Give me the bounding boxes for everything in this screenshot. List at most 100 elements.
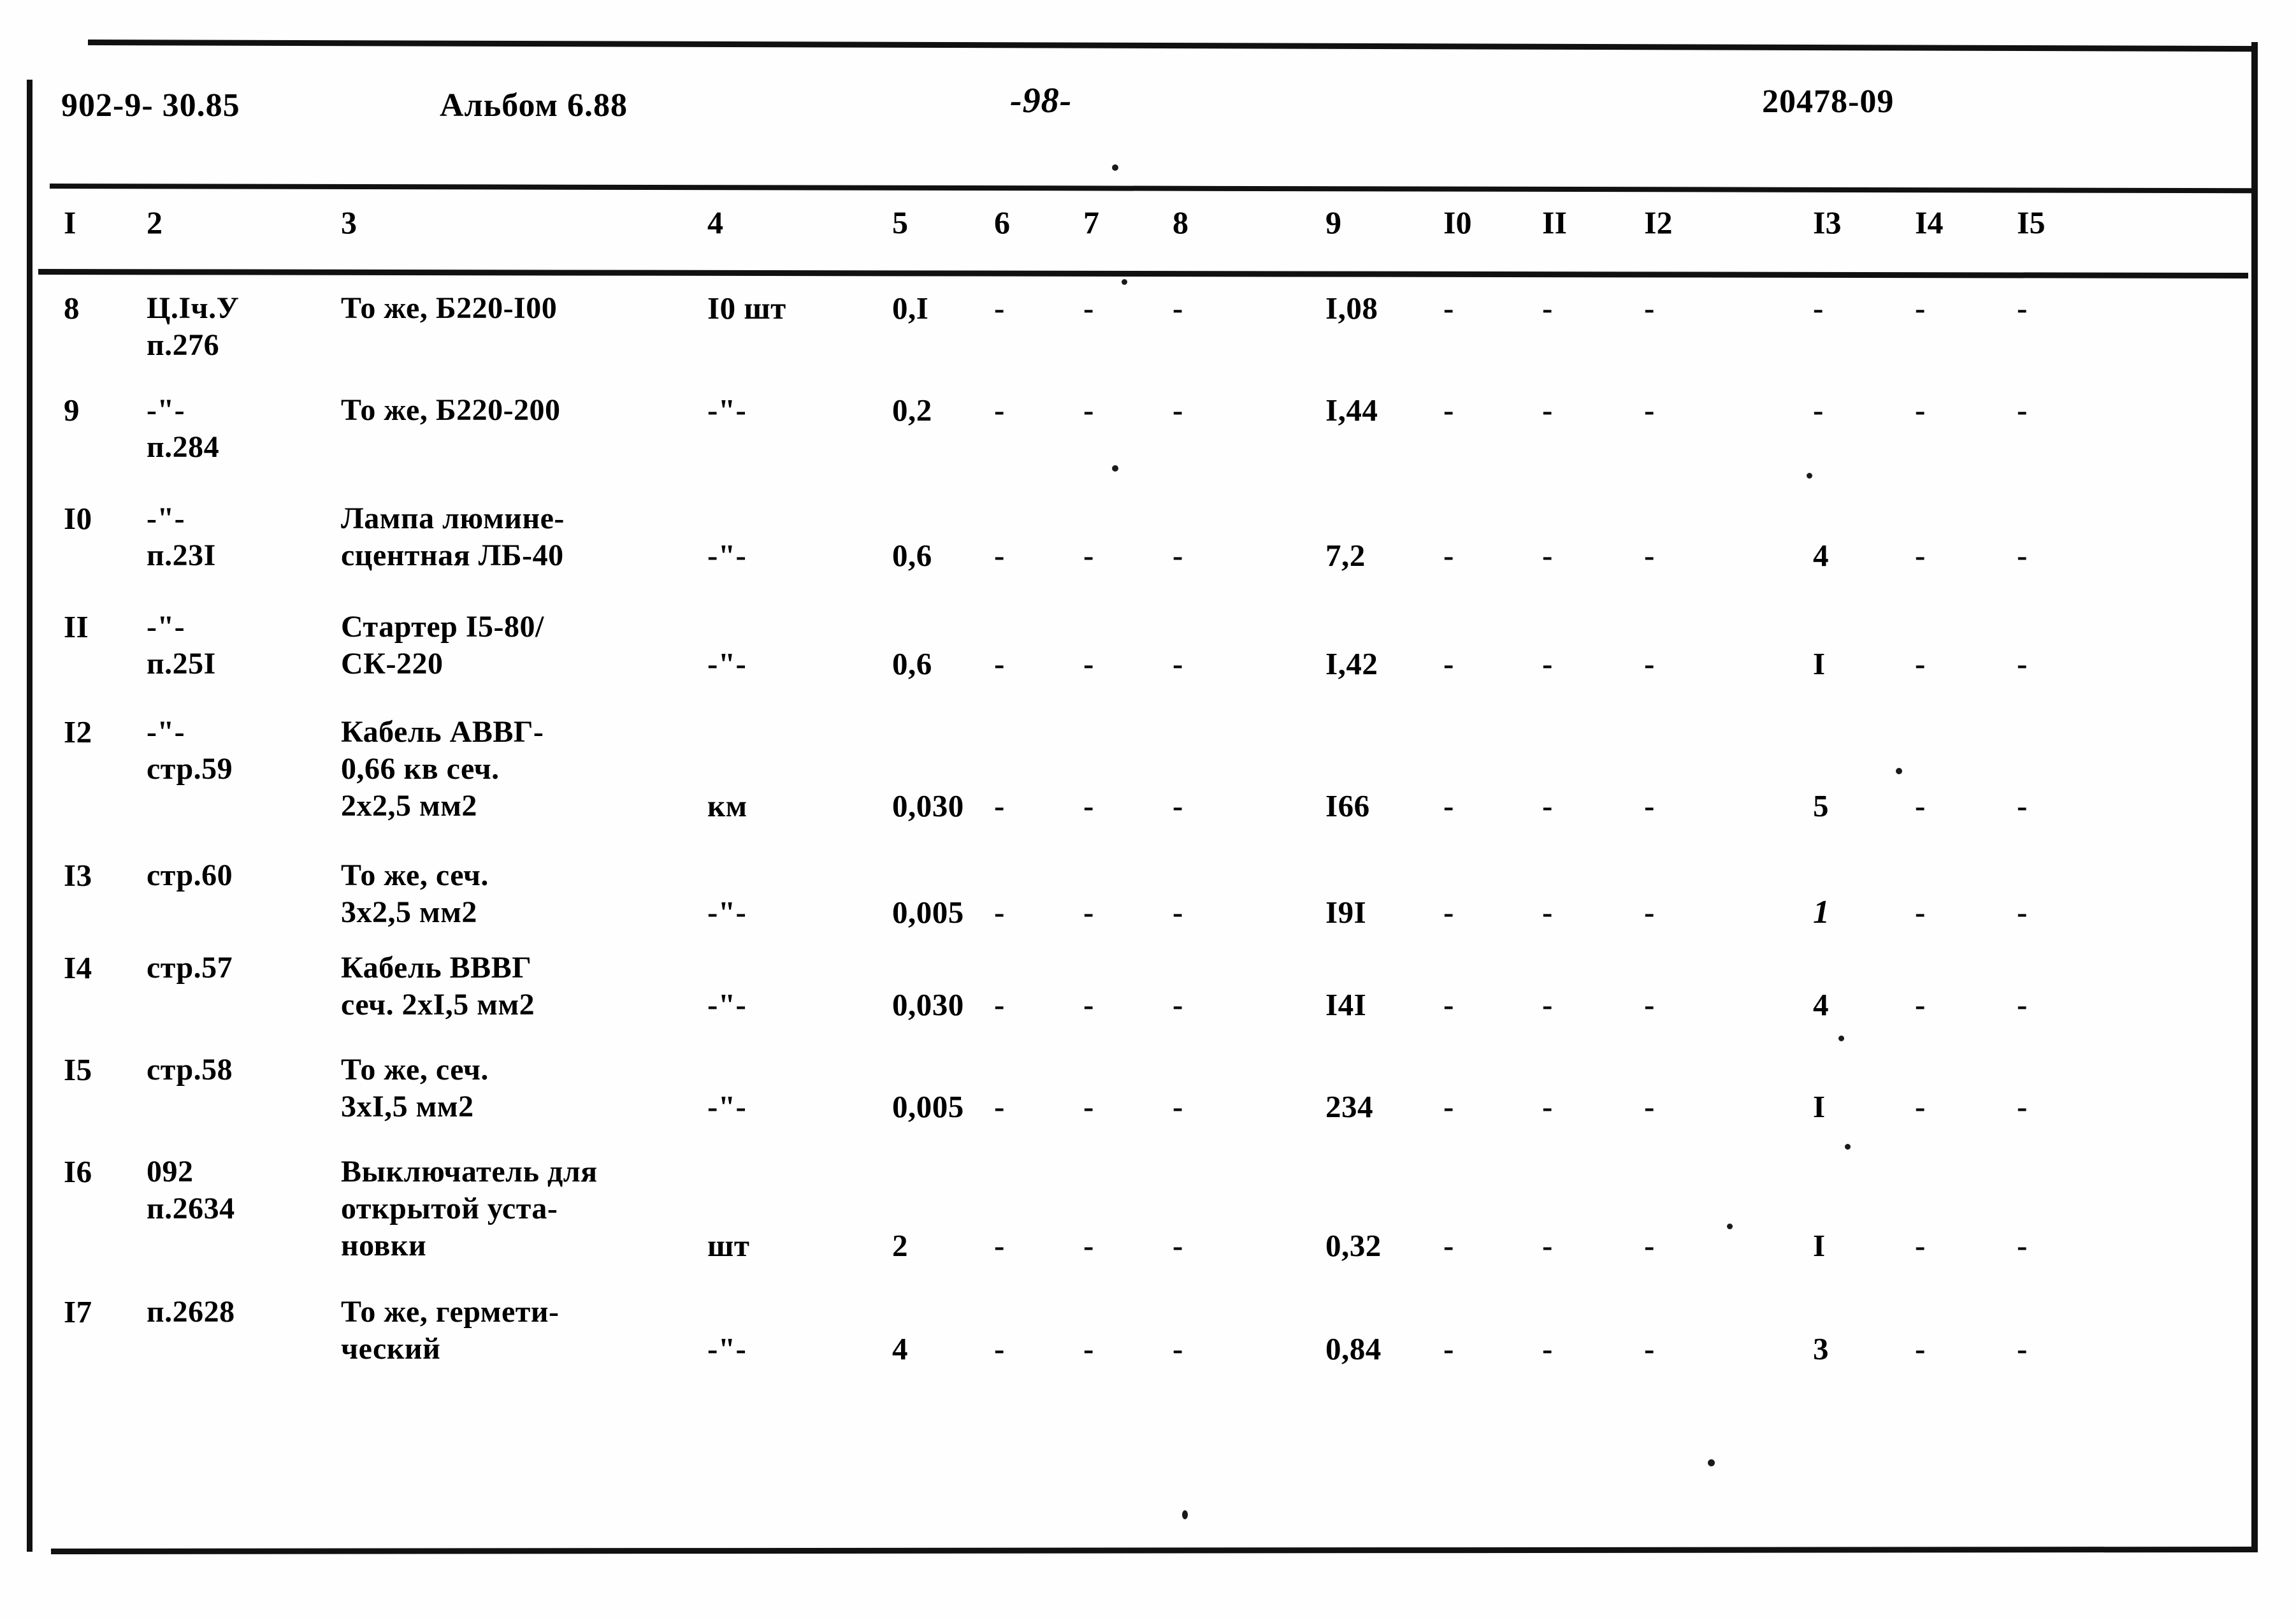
column-number-15: I5	[2017, 205, 2046, 240]
row-value-col5: 2	[892, 1228, 908, 1263]
row-reference-line-2: стр.59	[147, 752, 233, 786]
row-value-col14: -	[1915, 393, 1926, 428]
row-reference-line-1: Ц.Iч.У	[147, 291, 240, 325]
row-value-col6: -	[994, 987, 1005, 1022]
row-value-col5: 0,I	[892, 291, 929, 326]
document-code: 902-9- 30.85	[61, 87, 240, 124]
row-position-number: I2	[64, 714, 92, 749]
row-unit: -"-	[707, 1331, 747, 1366]
row-position-number: I5	[64, 1052, 92, 1087]
row-value-col14: -	[1915, 1089, 1926, 1124]
row-value-col5: 0,6	[892, 538, 932, 573]
album-label: Альбом 6.88	[440, 87, 628, 124]
scan-speck	[1845, 1144, 1851, 1150]
row-value-col15: -	[2017, 1331, 2028, 1366]
scan-speck	[1112, 164, 1118, 171]
row-value-col9: 0,32	[1325, 1228, 1382, 1263]
row-value-col12: -	[1644, 393, 1655, 428]
row-position-number: 9	[64, 393, 80, 428]
row-reference-line-2: п.23I	[147, 538, 216, 572]
row-description-line-1: Выключатель для	[341, 1155, 598, 1188]
row-description-line-1: Лампа люмине-	[341, 502, 565, 535]
row-value-col5: 0,030	[892, 987, 964, 1022]
row-value-col11: -	[1542, 788, 1553, 823]
row-value-col13: 5	[1813, 788, 1829, 823]
row-value-col9: I4I	[1325, 987, 1367, 1022]
row-value-col13: 1	[1813, 894, 1830, 930]
row-unit: -"-	[707, 1089, 747, 1124]
row-value-col10: -	[1443, 393, 1454, 428]
row-value-col8: -	[1173, 646, 1183, 681]
row-description-line-1: То же, Б220-I00	[341, 291, 558, 325]
row-value-col15: -	[2017, 788, 2028, 823]
row-value-col5: 0,005	[892, 895, 964, 930]
row-value-col15: -	[2017, 538, 2028, 573]
row-reference-line-1: стр.60	[147, 858, 233, 892]
document-header: 902-9- 30.85 Альбом 6.88 -98- 20478-09	[0, 81, 2296, 159]
column-number-12: I2	[1644, 205, 1673, 240]
rule-under-header	[49, 184, 2254, 194]
row-value-col9: I66	[1325, 788, 1370, 823]
row-description-line-2: сеч. 2хI,5 мм2	[341, 988, 535, 1022]
row-value-col11: -	[1542, 1089, 1553, 1124]
row-value-col7: -	[1083, 646, 1094, 681]
row-value-col6: -	[994, 1331, 1005, 1366]
row-description-line-2: 3хI,5 мм2	[341, 1090, 474, 1123]
row-value-col13: 4	[1813, 987, 1829, 1022]
page-border-right	[2251, 42, 2258, 1552]
row-position-number: I7	[64, 1294, 92, 1329]
row-value-col11: -	[1542, 393, 1553, 428]
row-value-col7: -	[1083, 538, 1094, 573]
row-unit: км	[707, 788, 747, 823]
row-value-col14: -	[1915, 788, 1926, 823]
scan-speck	[1182, 1510, 1188, 1519]
row-value-col9: I,42	[1325, 646, 1378, 681]
row-description-line-1: Кабель АВВГ-	[341, 715, 544, 749]
row-value-col6: -	[994, 538, 1005, 573]
row-value-col11: -	[1542, 987, 1553, 1022]
row-value-col11: -	[1542, 1228, 1553, 1263]
row-value-col10: -	[1443, 1331, 1454, 1366]
row-reference-line-1: -"-	[147, 610, 185, 644]
page-border-top	[87, 40, 2256, 52]
row-description-line-2: СК-220	[341, 647, 444, 681]
row-value-col10: -	[1443, 646, 1454, 681]
row-description-line-2: 3х2,5 мм2	[341, 895, 477, 929]
row-reference-line-1: -"-	[147, 393, 185, 427]
row-value-col13: 3	[1813, 1331, 1829, 1366]
row-value-col14: -	[1915, 895, 1926, 930]
column-number-5: 5	[892, 205, 908, 240]
row-value-col14: -	[1915, 646, 1926, 681]
row-unit: -"-	[707, 393, 747, 428]
row-position-number: I3	[64, 858, 92, 893]
column-number-10: I0	[1443, 205, 1472, 240]
row-value-col7: -	[1083, 1089, 1094, 1124]
column-number-7: 7	[1083, 205, 1099, 240]
row-value-col12: -	[1644, 538, 1655, 573]
column-number-14: I4	[1915, 205, 1944, 240]
row-value-col13: I	[1813, 1089, 1826, 1124]
column-number-2: 2	[147, 205, 162, 240]
row-value-col5: 0,2	[892, 393, 932, 428]
row-reference-line-1: п.2628	[147, 1295, 235, 1329]
column-number-6: 6	[994, 205, 1010, 240]
row-value-col8: -	[1173, 538, 1183, 573]
row-value-col6: -	[994, 646, 1005, 681]
row-reference-line-1: -"-	[147, 502, 185, 535]
row-unit: I0 шт	[707, 291, 786, 326]
scan-speck	[1727, 1224, 1733, 1229]
row-value-col10: -	[1443, 538, 1454, 573]
row-value-col12: -	[1644, 1331, 1655, 1366]
row-value-col15: -	[2017, 895, 2028, 930]
page-border-left	[27, 80, 32, 1552]
row-value-col10: -	[1443, 987, 1454, 1022]
row-value-col5: 0,030	[892, 788, 964, 823]
page-border-bottom	[50, 1546, 2258, 1554]
scan-speck	[1896, 768, 1902, 774]
row-value-col12: -	[1644, 291, 1655, 326]
row-value-col9: I,44	[1325, 393, 1378, 428]
row-value-col8: -	[1173, 1331, 1183, 1366]
row-value-col6: -	[994, 291, 1005, 326]
row-value-col11: -	[1542, 291, 1553, 326]
row-reference-line-2: п.25I	[147, 647, 216, 681]
